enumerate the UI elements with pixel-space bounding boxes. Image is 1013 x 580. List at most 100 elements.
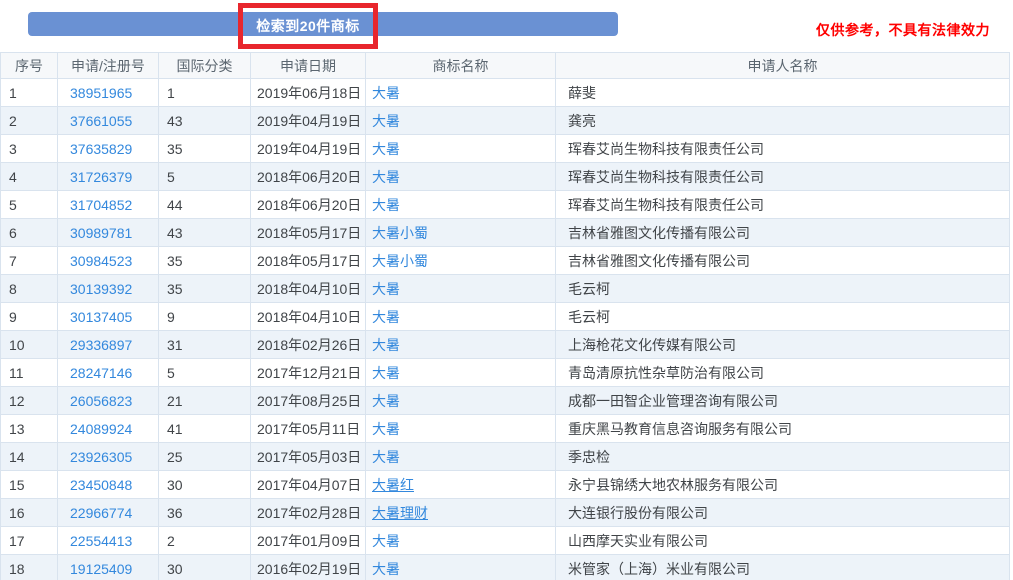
- intl-class: 21: [159, 387, 251, 415]
- table-row: 1819125409302016年02月19日大暑米管家（上海）米业有限公司: [1, 555, 1010, 580]
- row-index: 16: [1, 499, 58, 527]
- trademark-name-link[interactable]: 大暑: [366, 79, 556, 107]
- applicant-name: 米管家（上海）米业有限公司: [556, 555, 1010, 580]
- column-header-4: 申请日期: [251, 53, 366, 79]
- table-row: 237661055432019年04月19日大暑龚亮: [1, 107, 1010, 135]
- trademark-search-results-page: 检索到20件商标 仅供参考，不具有法律效力 序号申请/注册号国际分类申请日期商标…: [0, 0, 1013, 580]
- apply-date: 2019年04月19日: [251, 107, 366, 135]
- disclaimer-text: 仅供参考，不具有法律效力: [816, 20, 990, 40]
- row-index: 7: [1, 247, 58, 275]
- apply-date: 2018年05月17日: [251, 247, 366, 275]
- table-row: 1622966774362017年02月28日大暑理财大连银行股份有限公司: [1, 499, 1010, 527]
- intl-class: 2: [159, 527, 251, 555]
- apply-date: 2018年04月10日: [251, 275, 366, 303]
- row-index: 15: [1, 471, 58, 499]
- apply-date: 2019年06月18日: [251, 79, 366, 107]
- apply-date: 2018年02月26日: [251, 331, 366, 359]
- table-row: 172255441322017年01月09日大暑山西摩天实业有限公司: [1, 527, 1010, 555]
- reg-number-link[interactable]: 30984523: [58, 247, 159, 275]
- applicant-name: 珲春艾尚生物科技有限责任公司: [556, 135, 1010, 163]
- reg-number-link[interactable]: 30139392: [58, 275, 159, 303]
- intl-class: 35: [159, 275, 251, 303]
- intl-class: 41: [159, 415, 251, 443]
- applicant-name: 上海枪花文化传媒有限公司: [556, 331, 1010, 359]
- row-index: 11: [1, 359, 58, 387]
- trademark-name-link[interactable]: 大暑: [366, 303, 556, 331]
- trademark-name-link[interactable]: 大暑: [366, 359, 556, 387]
- trademark-name-link[interactable]: 大暑: [366, 107, 556, 135]
- reg-number-link[interactable]: 30989781: [58, 219, 159, 247]
- applicant-name: 毛云柯: [556, 303, 1010, 331]
- applicant-name: 龚亮: [556, 107, 1010, 135]
- intl-class: 9: [159, 303, 251, 331]
- reg-number-link[interactable]: 24089924: [58, 415, 159, 443]
- reg-number-link[interactable]: 29336897: [58, 331, 159, 359]
- trademark-name-link[interactable]: 大暑: [366, 331, 556, 359]
- apply-date: 2018年04月10日: [251, 303, 366, 331]
- applicant-name: 青岛清原抗性杂草防治有限公司: [556, 359, 1010, 387]
- results-table: 序号申请/注册号国际分类申请日期商标名称申请人名称 13895196512019…: [0, 52, 1010, 580]
- reg-number-link[interactable]: 23450848: [58, 471, 159, 499]
- applicant-name: 成都一田智企业管理咨询有限公司: [556, 387, 1010, 415]
- table-row: 531704852442018年06月20日大暑珲春艾尚生物科技有限责任公司: [1, 191, 1010, 219]
- table-row: 1324089924412017年05月11日大暑重庆黑马教育信息咨询服务有限公…: [1, 415, 1010, 443]
- applicant-name: 珲春艾尚生物科技有限责任公司: [556, 163, 1010, 191]
- trademark-name-link[interactable]: 大暑: [366, 415, 556, 443]
- row-index: 14: [1, 443, 58, 471]
- reg-number-link[interactable]: 30137405: [58, 303, 159, 331]
- row-index: 3: [1, 135, 58, 163]
- reg-number-link[interactable]: 31726379: [58, 163, 159, 191]
- trademark-name-link[interactable]: 大暑红: [366, 471, 556, 499]
- table-row: 630989781432018年05月17日大暑小蜀吉林省雅图文化传播有限公司: [1, 219, 1010, 247]
- table-row: 93013740592018年04月10日大暑毛云柯: [1, 303, 1010, 331]
- table-row: 1226056823212017年08月25日大暑成都一田智企业管理咨询有限公司: [1, 387, 1010, 415]
- reg-number-link[interactable]: 37635829: [58, 135, 159, 163]
- intl-class: 25: [159, 443, 251, 471]
- trademark-name-link[interactable]: 大暑: [366, 191, 556, 219]
- intl-class: 43: [159, 107, 251, 135]
- row-index: 17: [1, 527, 58, 555]
- applicant-name: 珲春艾尚生物科技有限责任公司: [556, 191, 1010, 219]
- apply-date: 2017年08月25日: [251, 387, 366, 415]
- trademark-name-link[interactable]: 大暑: [366, 527, 556, 555]
- apply-date: 2017年04月07日: [251, 471, 366, 499]
- row-index: 8: [1, 275, 58, 303]
- row-index: 4: [1, 163, 58, 191]
- trademark-name-link[interactable]: 大暑: [366, 275, 556, 303]
- trademark-name-link[interactable]: 大暑: [366, 135, 556, 163]
- trademark-name-link[interactable]: 大暑: [366, 163, 556, 191]
- row-index: 9: [1, 303, 58, 331]
- trademark-name-link[interactable]: 大暑小蜀: [366, 219, 556, 247]
- intl-class: 5: [159, 163, 251, 191]
- row-index: 6: [1, 219, 58, 247]
- reg-number-link[interactable]: 23926305: [58, 443, 159, 471]
- row-index: 10: [1, 331, 58, 359]
- trademark-name-link[interactable]: 大暑小蜀: [366, 247, 556, 275]
- apply-date: 2018年06月20日: [251, 191, 366, 219]
- reg-number-link[interactable]: 22554413: [58, 527, 159, 555]
- reg-number-link[interactable]: 26056823: [58, 387, 159, 415]
- reg-number-link[interactable]: 19125409: [58, 555, 159, 580]
- column-header-6: 申请人名称: [556, 53, 1010, 79]
- apply-date: 2017年02月28日: [251, 499, 366, 527]
- reg-number-link[interactable]: 28247146: [58, 359, 159, 387]
- apply-date: 2017年01月09日: [251, 527, 366, 555]
- apply-date: 2016年02月19日: [251, 555, 366, 580]
- intl-class: 5: [159, 359, 251, 387]
- trademark-name-link[interactable]: 大暑: [366, 443, 556, 471]
- intl-class: 30: [159, 471, 251, 499]
- trademark-name-link[interactable]: 大暑理财: [366, 499, 556, 527]
- column-header-2: 申请/注册号: [58, 53, 159, 79]
- reg-number-link[interactable]: 22966774: [58, 499, 159, 527]
- trademark-name-link[interactable]: 大暑: [366, 555, 556, 580]
- column-header-3: 国际分类: [159, 53, 251, 79]
- table-row: 1523450848302017年04月07日大暑红永宁县锦绣大地农林服务有限公…: [1, 471, 1010, 499]
- row-index: 12: [1, 387, 58, 415]
- reg-number-link[interactable]: 31704852: [58, 191, 159, 219]
- intl-class: 30: [159, 555, 251, 580]
- reg-number-link[interactable]: 38951965: [58, 79, 159, 107]
- apply-date: 2018年05月17日: [251, 219, 366, 247]
- trademark-name-link[interactable]: 大暑: [366, 387, 556, 415]
- reg-number-link[interactable]: 37661055: [58, 107, 159, 135]
- column-header-1: 序号: [1, 53, 58, 79]
